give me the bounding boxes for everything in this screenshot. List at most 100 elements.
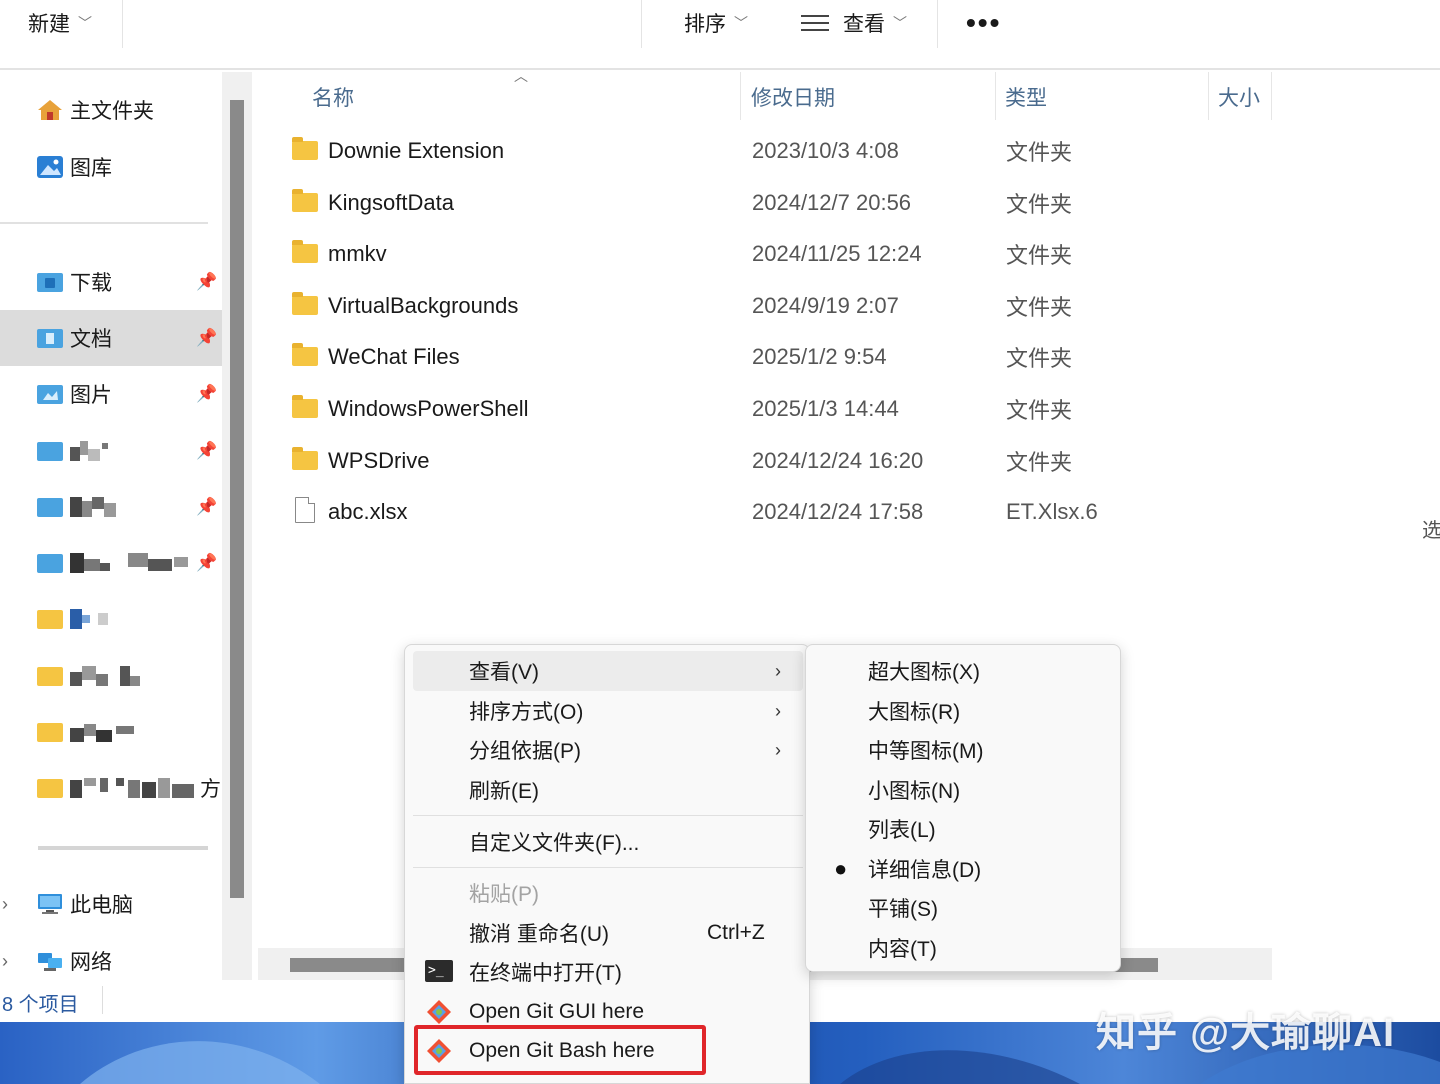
documents-folder-icon (37, 329, 63, 348)
pin-icon[interactable]: 📌 (196, 272, 217, 292)
submenu-item-details[interactable]: ● 详细信息(D) (814, 849, 1114, 889)
sidebar-item-documents[interactable]: 文档 📌 (0, 310, 222, 366)
details-pane-text: 选 (1422, 520, 1440, 542)
table-row[interactable]: KingsoftData 2024/12/7 20:56 文件夹 (288, 178, 1268, 228)
menu-item-view[interactable]: 查看(V) › (413, 651, 803, 691)
network-icon (38, 953, 62, 971)
folder-icon (37, 442, 63, 461)
sidebar-item-blurred[interactable] (0, 704, 222, 760)
file-type: 文件夹 (1006, 140, 1073, 165)
submenu-item-medium-icons[interactable]: 中等图标(M) (814, 730, 1114, 770)
file-date: 2024/11/25 12:24 (752, 241, 922, 266)
sidebar-item-blurred[interactable] (0, 591, 222, 647)
folder-icon (37, 779, 63, 798)
table-row[interactable]: abc.xlsx 2024/12/24 17:58 ET.Xlsx.6 (288, 487, 1268, 537)
file-name: VirtualBackgrounds (328, 293, 519, 318)
table-row[interactable]: mmkv 2024/11/25 12:24 文件夹 (288, 229, 1268, 279)
details-pane (1274, 72, 1440, 980)
column-divider[interactable] (1208, 72, 1209, 120)
file-date: 2025/1/3 14:44 (752, 396, 899, 421)
table-row[interactable]: WPSDrive 2024/12/24 16:20 文件夹 (288, 436, 1268, 486)
column-divider[interactable] (740, 72, 741, 120)
submenu-item-list[interactable]: 列表(L) (814, 809, 1114, 849)
sort-label: 排序 (684, 13, 726, 36)
table-row[interactable]: WindowsPowerShell 2025/1/3 14:44 文件夹 (288, 384, 1268, 434)
list-view-icon (801, 15, 829, 31)
submenu-item-label: 超大图标(X) (868, 661, 980, 684)
view-button[interactable]: 查看 ﹀ (801, 0, 907, 46)
table-row[interactable]: VirtualBackgrounds 2024/9/19 2:07 文件夹 (288, 281, 1268, 331)
chevron-down-icon: ﹀ (734, 15, 748, 31)
downloads-folder-icon (37, 273, 63, 292)
submenu-item-extra-large-icons[interactable]: 超大图标(X) (814, 651, 1114, 691)
chevron-right-icon[interactable]: › (2, 894, 8, 915)
submenu-item-tiles[interactable]: 平铺(S) (814, 888, 1114, 928)
file-date: 2025/1/2 9:54 (752, 344, 887, 369)
column-divider[interactable] (1271, 72, 1272, 120)
chevron-right-icon: › (775, 739, 781, 760)
toolbar-divider (641, 0, 642, 48)
submenu-item-label: 小图标(N) (868, 780, 961, 803)
table-row[interactable]: Downie Extension 2023/10/3 4:08 文件夹 (288, 126, 1268, 176)
sidebar-item-pictures[interactable]: 图片 📌 (0, 366, 222, 422)
menu-item-label: 排序方式(O) (469, 701, 584, 724)
sidebar-divider (0, 222, 208, 224)
menu-item-undo-rename[interactable]: 撤消 重命名(U) Ctrl+Z (413, 913, 803, 953)
submenu-item-large-icons[interactable]: 大图标(R) (814, 691, 1114, 731)
more-button[interactable]: ••• (966, 0, 1001, 46)
column-header-size[interactable]: 大小 (1218, 82, 1260, 112)
navigation-pane: 主文件夹 图库 下载 📌 文档 📌 图片 📌 📌 📌 📌 方 › 此电脑 › 网… (0, 72, 222, 980)
computer-icon (38, 894, 62, 914)
sidebar-item-blurred[interactable]: 📌 (0, 535, 222, 591)
sidebar-item-blurred[interactable] (0, 648, 222, 704)
pin-icon[interactable]: 📌 (196, 384, 217, 404)
file-name: Downie Extension (328, 138, 505, 163)
sort-button[interactable]: 排序 ﹀ (684, 0, 748, 46)
menu-divider (413, 815, 803, 816)
sidebar-item-gallery[interactable]: 图库 (0, 139, 222, 195)
menu-item-group-by[interactable]: 分组依据(P) › (413, 730, 803, 770)
new-button[interactable]: 新建 ﹀ (28, 0, 92, 46)
selected-bullet-icon: ● (834, 856, 848, 881)
menu-item-sort-by[interactable]: 排序方式(O) › (413, 691, 803, 731)
folder-icon (292, 292, 318, 315)
pixelated-label (70, 778, 194, 798)
column-header-name[interactable]: 名称 (312, 82, 354, 112)
sidebar-item-blurred[interactable]: 方 (0, 760, 222, 816)
submenu-item-content[interactable]: 内容(T) (814, 928, 1114, 968)
submenu-item-small-icons[interactable]: 小图标(N) (814, 770, 1114, 810)
column-divider[interactable] (995, 72, 996, 120)
file-name: WeChat Files (328, 344, 460, 369)
menu-item-label: 自定义文件夹(F)... (469, 832, 640, 855)
sort-ascending-icon: ︿ (514, 68, 528, 84)
table-row[interactable]: WeChat Files 2025/1/2 9:54 文件夹 (288, 332, 1268, 382)
folder-icon (37, 723, 63, 742)
chevron-right-icon: › (775, 660, 781, 681)
menu-item-label: 粘贴(P) (469, 883, 539, 906)
sidebar-item-downloads[interactable]: 下载 📌 (0, 254, 222, 310)
view-label: 查看 (843, 13, 885, 36)
sidebar-item-label: 主文件夹 (70, 100, 154, 123)
folder-icon (292, 189, 318, 212)
sidebar-item-label: 文档 (70, 328, 112, 351)
sidebar-item-blurred[interactable]: 📌 (0, 423, 222, 479)
pin-icon[interactable]: 📌 (196, 553, 217, 573)
pin-icon[interactable]: 📌 (196, 497, 217, 517)
menu-item-refresh[interactable]: 刷新(E) (413, 770, 803, 810)
file-name: mmkv (328, 241, 387, 266)
sidebar-item-this-pc[interactable]: › 此电脑 (0, 876, 222, 932)
column-header-type[interactable]: 类型 (1005, 82, 1047, 112)
sidebar-item-blurred[interactable]: 📌 (0, 479, 222, 535)
column-header-modified[interactable]: 修改日期 (751, 82, 835, 112)
sidebar-scrollbar-thumb[interactable] (230, 100, 244, 898)
pin-icon[interactable]: 📌 (196, 328, 217, 348)
file-name: KingsoftData (328, 190, 454, 215)
sidebar-item-home[interactable]: 主文件夹 (0, 82, 222, 138)
command-bar: 新建 ﹀ 排序 ﹀ 查看 ﹀ ••• (0, 0, 1440, 70)
pin-icon[interactable]: 📌 (196, 441, 217, 461)
menu-item-customize-folder[interactable]: 自定义文件夹(F)... (413, 822, 803, 862)
pixelated-label (70, 666, 140, 686)
menu-item-open-terminal[interactable]: >_ 在终端中打开(T) (413, 952, 803, 992)
chevron-right-icon[interactable]: › (2, 951, 8, 972)
menu-divider (413, 867, 803, 868)
